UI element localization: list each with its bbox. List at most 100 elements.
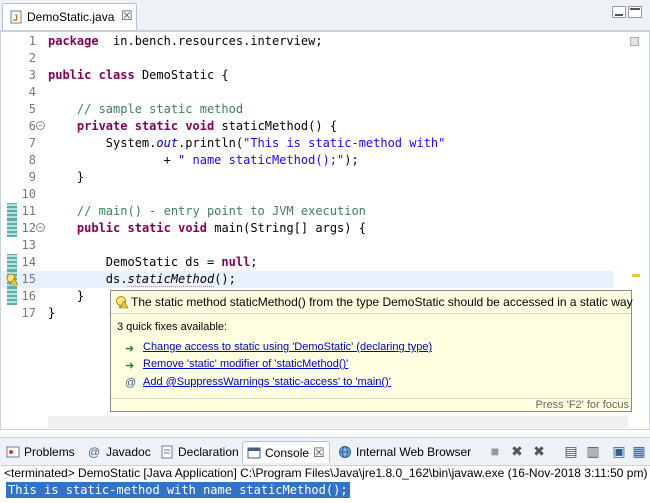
warning-marker[interactable] — [632, 274, 640, 277]
tab-problems[interactable]: Problems — [2, 441, 82, 463]
tab-label: Console — [265, 446, 310, 460]
code-line[interactable]: 8 + " name staticMethod();"); — [1, 152, 613, 169]
quick-fix-count: 3 quick fixes available: — [117, 321, 228, 333]
tab-label: Declaration — [178, 445, 239, 459]
console-status: <terminated> DemoStatic [Java Applicatio… — [4, 466, 648, 480]
line-number: 17 — [21, 306, 36, 320]
quick-fix-header: The static method staticMethod() from th… — [111, 291, 633, 314]
change-icon: ➜ — [125, 360, 135, 372]
line-number: 4 — [28, 85, 36, 99]
code-line[interactable]: 10 — [1, 186, 613, 203]
code-line[interactable]: 15 ds.staticMethod(); — [1, 271, 613, 288]
lightbulb-warning-icon[interactable] — [6, 273, 18, 285]
svg-text:J: J — [13, 13, 18, 23]
tab-label: Javadoc — [106, 445, 151, 459]
code-line[interactable]: 7 System.out.println("This is static-met… — [1, 135, 613, 152]
code-text: ds.staticMethod(); — [48, 272, 236, 287]
annotation-icon: @ — [125, 377, 137, 389]
change-bar — [7, 288, 17, 305]
fold-icon[interactable]: − — [36, 223, 45, 232]
console-icon — [247, 447, 261, 459]
quick-fix-link[interactable]: Change access to static using 'DemoStati… — [143, 341, 432, 353]
editor-tab-label: DemoStatic.java — [27, 10, 115, 24]
horizontal-scrollbar[interactable] — [48, 416, 628, 428]
code-text: // main() - entry point to JVM execution — [76, 204, 366, 218]
change-icon: ➜ — [125, 343, 135, 355]
editor-tab-demostatic[interactable]: J DemoStatic.java ☒ — [2, 3, 137, 30]
change-bar — [7, 220, 17, 237]
code-text: private static void staticMethod() { — [76, 119, 338, 133]
code-text: } — [48, 170, 85, 184]
code-text: package in.bench.resources.interview; — [48, 34, 323, 48]
code-text: public class DemoStatic { — [48, 68, 229, 82]
line-number: 3 — [28, 68, 36, 82]
minimize-icon[interactable] — [612, 6, 626, 18]
console-output[interactable]: This is static-method with name staticMe… — [6, 482, 350, 498]
line-number: 14 — [21, 255, 36, 269]
maximize-icon[interactable] — [628, 6, 642, 18]
line-number: 12 — [21, 221, 36, 235]
pin-console-icon[interactable]: ▣ — [610, 442, 628, 460]
code-line[interactable]: 6− private static void staticMethod() { — [1, 118, 613, 135]
remove-launch-icon[interactable]: ✖ — [508, 442, 526, 460]
line-number: 10 — [21, 187, 36, 201]
bottom-panel-tab-bar: Problems @ Javadoc Declaration Console ☒… — [0, 437, 650, 466]
change-bar — [7, 254, 17, 271]
line-number: 15 — [21, 272, 36, 286]
code-text: public static void main(String[] args) { — [76, 221, 366, 235]
display-console-icon[interactable]: ▦ — [630, 442, 648, 460]
code-text: + " name staticMethod();"); — [48, 153, 359, 167]
code-line[interactable]: 2 — [1, 50, 613, 67]
quick-fix-message: The static method staticMethod() from th… — [131, 295, 633, 309]
line-number: 5 — [28, 102, 36, 116]
fold-icon[interactable]: − — [36, 121, 45, 130]
tab-javadoc[interactable]: @ Javadoc — [84, 441, 154, 463]
close-icon[interactable]: ☒ — [313, 445, 325, 461]
code-text: DemoStatic ds = null; — [48, 255, 258, 269]
code-line[interactable]: 3 public class DemoStatic { — [1, 67, 613, 84]
line-number: 13 — [21, 238, 36, 252]
terminate-icon[interactable]: ■ — [486, 442, 504, 460]
code-text: // sample static method — [76, 102, 244, 116]
java-file-icon: J — [10, 10, 22, 24]
line-number: 8 — [28, 153, 36, 167]
tab-console[interactable]: Console ☒ — [242, 441, 330, 463]
code-text: } — [48, 289, 85, 303]
close-icon[interactable]: ☒ — [121, 8, 133, 24]
quick-fix-footer: Press 'F2' for focus — [111, 398, 631, 413]
code-line[interactable]: 5 // sample static method — [1, 101, 613, 118]
globe-icon — [339, 446, 351, 458]
tab-declaration[interactable]: Declaration — [156, 441, 240, 463]
line-number: 9 — [28, 170, 36, 184]
code-line[interactable]: 1 package in.bench.resources.interview; — [1, 33, 613, 50]
code-line[interactable]: 9 } — [1, 169, 613, 186]
code-line[interactable]: 13 — [1, 237, 613, 254]
quick-fix-link[interactable]: Add @SuppressWarnings 'static-access' to… — [143, 376, 391, 388]
code-text: System.out.println("This is static-metho… — [48, 136, 446, 150]
focus-hint: Press 'F2' for focus — [535, 399, 629, 411]
code-line[interactable]: 12− public static void main(String[] arg… — [1, 220, 613, 237]
remove-all-terminated-icon[interactable]: ✖ — [530, 442, 548, 460]
scroll-lock-icon[interactable]: ▥ — [584, 442, 602, 460]
problems-icon — [6, 446, 20, 458]
line-number: 16 — [21, 289, 36, 303]
tab-label: Internal Web Browser — [356, 445, 472, 459]
line-number: 11 — [21, 204, 36, 218]
javadoc-icon: @ — [88, 445, 101, 459]
tab-internal-web-browser[interactable]: Internal Web Browser — [334, 441, 474, 463]
code-line[interactable]: 4 — [1, 84, 613, 101]
line-number: 6 — [28, 119, 36, 133]
clear-console-icon[interactable]: ▤ — [562, 442, 580, 460]
declaration-icon — [161, 445, 173, 459]
overview-ruler-summary-icon[interactable] — [630, 37, 639, 46]
editor-tab-bar: J DemoStatic.java ☒ — [0, 0, 650, 31]
line-number: 1 — [28, 34, 36, 48]
quick-fix-link[interactable]: Remove 'static' modifier of 'staticMetho… — [143, 358, 348, 370]
change-bar — [7, 203, 17, 220]
code-text: } — [48, 306, 56, 320]
code-line[interactable]: 14 DemoStatic ds = null; — [1, 254, 613, 271]
lightbulb-warning-icon — [116, 296, 129, 309]
code-line[interactable]: 11 // main() - entry point to JVM execut… — [1, 203, 613, 220]
line-number: 2 — [28, 51, 36, 65]
quick-fix-popup: The static method staticMethod() from th… — [110, 290, 633, 413]
